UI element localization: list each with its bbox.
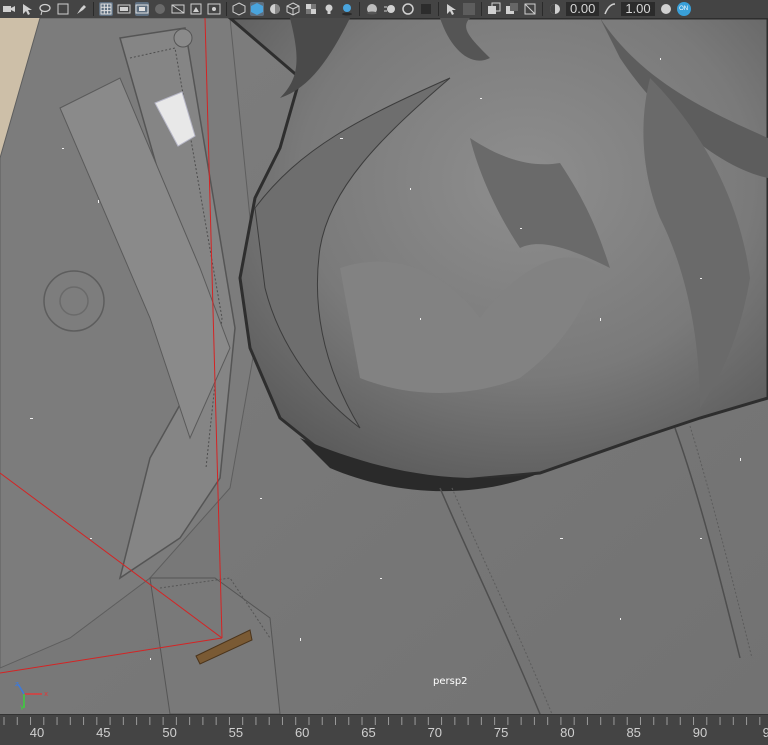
3d-viewport[interactable]: persp2 x y z: [0, 18, 768, 714]
axis-x-label: x: [44, 690, 48, 698]
exposure-field[interactable]: 0.00: [566, 2, 600, 16]
time-tick-label: 70: [427, 725, 443, 740]
select-icon[interactable]: [20, 2, 34, 16]
color-management-icon[interactable]: [659, 2, 673, 16]
safe-title-icon[interactable]: [207, 2, 221, 16]
motion-blur-icon[interactable]: [383, 2, 397, 16]
time-tick-label: 65: [361, 725, 376, 740]
separator: [542, 2, 543, 16]
wireframe-icon[interactable]: [232, 2, 246, 16]
separator: [359, 2, 360, 16]
gamma-icon: [603, 2, 617, 16]
xray-icon[interactable]: [462, 2, 476, 16]
time-tick-label: 9: [762, 725, 768, 740]
time-tick-label: 40: [29, 725, 45, 740]
time-slider-ticks: [3, 717, 761, 725]
time-tick-label: 55: [228, 725, 244, 740]
resolution-gate-icon[interactable]: [135, 2, 149, 16]
color-management-toggle[interactable]: ON: [676, 2, 691, 16]
copy-icon[interactable]: [487, 2, 501, 16]
axis-z-label: z: [15, 680, 19, 688]
time-tick-label: 45: [96, 725, 111, 740]
bookmark-icon[interactable]: [56, 2, 70, 16]
safe-action-icon[interactable]: [189, 2, 203, 16]
gamma-field[interactable]: 1.00: [621, 2, 655, 16]
camera-name-label: persp2: [433, 676, 468, 687]
time-tick-label: 85: [626, 725, 641, 740]
field-chart-icon[interactable]: [171, 2, 185, 16]
film-gate-icon[interactable]: [117, 2, 131, 16]
frame-icon[interactable]: [523, 2, 537, 16]
paint-icon[interactable]: [74, 2, 88, 16]
anti-aliasing-icon[interactable]: [401, 2, 415, 16]
axis-gizmo: x y z: [15, 680, 48, 710]
checker-icon[interactable]: [304, 2, 318, 16]
depth-of-field-icon[interactable]: [419, 2, 433, 16]
ambient-occlusion-icon[interactable]: [365, 2, 379, 16]
viewport-toolbar: 0.00 1.00 ON: [0, 0, 768, 18]
separator: [93, 2, 94, 16]
lights-icon[interactable]: [322, 2, 336, 16]
time-tick-label: 50: [162, 725, 177, 740]
separator: [438, 2, 439, 16]
time-tick-label: 90: [692, 725, 708, 740]
gate-mask-icon[interactable]: [153, 2, 167, 16]
time-tick-label: 75: [493, 725, 509, 740]
lasso-icon[interactable]: [38, 2, 52, 16]
camera-icon[interactable]: [2, 2, 16, 16]
axis-y-label: y: [20, 703, 24, 710]
exposure-icon: [548, 2, 562, 16]
textured-icon[interactable]: [286, 2, 300, 16]
separator: [226, 2, 227, 16]
shaded-wire-icon[interactable]: [268, 2, 282, 16]
scene-render: [0, 18, 768, 714]
grid-icon[interactable]: [99, 2, 113, 16]
shadows-icon[interactable]: [340, 2, 354, 16]
time-slider[interactable]: 40 45 50 55 60 65 70 75 80 85 90 9: [0, 714, 768, 745]
time-tick-label: 60: [294, 725, 310, 740]
smooth-shade-icon[interactable]: [250, 2, 264, 16]
separator: [481, 2, 482, 16]
time-tick-label: 80: [560, 725, 575, 740]
backface-icon[interactable]: [505, 2, 519, 16]
isolate-select-icon[interactable]: [444, 2, 458, 16]
